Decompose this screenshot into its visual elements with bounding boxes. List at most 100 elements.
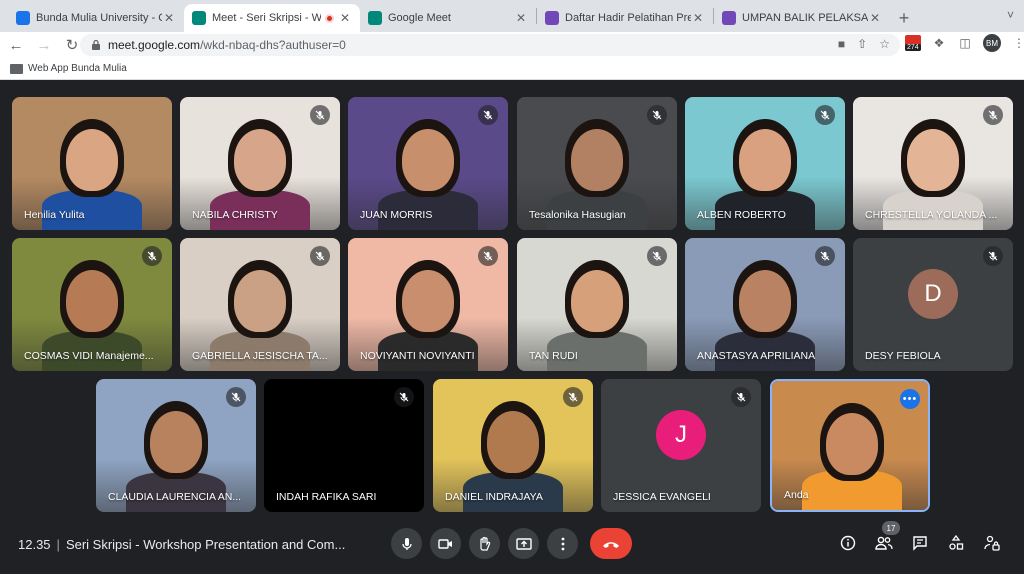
participant-name: JESSICA EVANGELI xyxy=(613,491,711,503)
address-bar[interactable]: meet.google.com/wkd-nbaq-dhs?authuser=0 … xyxy=(80,34,900,56)
participant-tile[interactable]: CHRESTELLA YOLANDA ... xyxy=(853,97,1013,230)
camera-button[interactable] xyxy=(430,528,461,559)
forward-icon[interactable]: → xyxy=(32,33,56,57)
participant-name: NABILA CHRISTY xyxy=(192,209,278,221)
participant-name: Tesalonika Hasugian xyxy=(529,209,626,221)
more-options-button[interactable] xyxy=(547,528,578,559)
activities-icon xyxy=(949,535,964,550)
hang-up-icon xyxy=(603,541,619,548)
google-meet-icon xyxy=(368,11,382,25)
tab-title: Meet - Seri Skripsi - Works xyxy=(212,12,321,24)
meeting-info-button[interactable] xyxy=(838,533,858,553)
chat-button[interactable] xyxy=(910,533,930,553)
participant-tile[interactable]: INDAH RAFIKA SARI xyxy=(264,379,424,512)
close-tab-icon[interactable]: ✕ xyxy=(868,11,882,25)
participant-name: GABRIELLA JESISCHA TA... xyxy=(192,350,328,362)
browser-tab[interactable]: UMPAN BALIK PELAKSANAAN✕ xyxy=(714,4,890,32)
participant-tile[interactable]: J JESSICA EVANGELI xyxy=(601,379,761,512)
participant-tile[interactable]: COSMAS VIDI Manajeme... xyxy=(12,238,172,371)
participant-tile[interactable]: Henilia Yulita xyxy=(12,97,172,230)
meeting-title: Seri Skripsi - Workshop Presentation and… xyxy=(65,537,346,552)
browser-tab[interactable]: Meet - Seri Skripsi - Works ✕ xyxy=(184,4,360,32)
more-vert-icon xyxy=(561,537,564,550)
microphone-icon xyxy=(401,537,412,550)
microphone-button[interactable] xyxy=(391,528,422,559)
activities-button[interactable] xyxy=(946,533,966,553)
browser-tab-bar: Bunda Mulia University - Calen✕Meet - Se… xyxy=(0,0,1024,32)
side-panel-icon[interactable]: ◫ xyxy=(957,35,973,51)
new-tab-icon[interactable]: + xyxy=(890,4,918,32)
google-forms-icon xyxy=(722,11,736,25)
close-tab-icon[interactable]: ✕ xyxy=(338,11,352,25)
mic-off-icon xyxy=(310,246,330,266)
hand-icon xyxy=(479,536,490,551)
google-forms-icon xyxy=(545,11,559,25)
mic-off-icon xyxy=(647,105,667,125)
extensions-puzzle-icon[interactable]: ❖ xyxy=(931,35,947,51)
browser-tab[interactable]: Google Meet ✕ xyxy=(360,4,536,32)
tab-title: Google Meet xyxy=(388,12,451,24)
participant-tile[interactable]: NABILA CHRISTY xyxy=(180,97,340,230)
participant-tile[interactable]: Tesalonika Hasugian xyxy=(517,97,677,230)
mic-off-icon xyxy=(983,246,1003,266)
participant-tile[interactable]: DANIEL INDRAJAYA xyxy=(433,379,593,512)
participant-tile[interactable]: D DESY FEBIOLA xyxy=(853,238,1013,371)
tab-title: Daftar Hadir Pelatihan Presentas xyxy=(565,12,691,24)
participant-name: JUAN MORRIS xyxy=(360,209,433,221)
leave-call-button[interactable] xyxy=(590,528,632,559)
host-controls-button[interactable] xyxy=(982,533,1002,553)
mic-off-icon xyxy=(478,246,498,266)
participant-tile[interactable]: ANASTASYA APRILIANA xyxy=(685,238,845,371)
close-tab-icon[interactable]: ✕ xyxy=(691,11,705,25)
present-icon xyxy=(515,537,532,550)
mic-off-icon xyxy=(478,105,498,125)
google-calendar-icon xyxy=(16,11,30,25)
chat-icon xyxy=(913,536,927,551)
profile-avatar[interactable]: BM xyxy=(983,34,1001,52)
meeting-control-bar: 12.35 | Seri Skripsi - Workshop Presentati… xyxy=(0,520,1024,574)
participant-name: COSMAS VIDI Manajeme... xyxy=(24,350,154,362)
raise-hand-button[interactable] xyxy=(469,528,500,559)
participant-tile[interactable]: GABRIELLA JESISCHA TA... xyxy=(180,238,340,371)
meet-main: Henilia Yulita NABILA CHRISTY JUAN MORRIS T… xyxy=(0,81,1024,574)
mic-off-icon xyxy=(142,246,162,266)
participant-name: CLAUDIA LAURENCIA AN... xyxy=(108,491,242,503)
share-icon[interactable]: ⇧ xyxy=(857,37,867,51)
participant-tile[interactable]: TAN RUDI xyxy=(517,238,677,371)
mic-off-icon xyxy=(226,387,246,407)
mic-off-icon xyxy=(310,105,330,125)
participant-tile[interactable]: NOVIYANTI NOVIYANTI xyxy=(348,238,508,371)
bookmark-label: Web App Bunda Mulia xyxy=(28,63,127,74)
tile-more-options-icon[interactable]: ••• xyxy=(900,389,920,409)
participant-tile[interactable]: JUAN MORRIS xyxy=(348,97,508,230)
browser-tab[interactable]: Daftar Hadir Pelatihan Presentas✕ xyxy=(537,4,713,32)
menu-kebab-icon[interactable]: ⋮ xyxy=(1011,35,1024,51)
camera-in-use-icon[interactable]: ■ xyxy=(838,37,845,51)
google-meet-icon xyxy=(192,11,206,25)
participant-name: INDAH RAFIKA SARI xyxy=(276,491,377,503)
close-tab-icon[interactable]: ✕ xyxy=(514,11,528,25)
tab-search-icon[interactable]: ˅ xyxy=(1007,8,1014,22)
bookmark-item[interactable]: Web App Bunda Mulia xyxy=(10,63,127,74)
folder-icon xyxy=(10,63,23,74)
mic-off-icon xyxy=(815,246,835,266)
participant-name: NOVIYANTI NOVIYANTI xyxy=(360,350,475,362)
mic-off-icon xyxy=(647,246,667,266)
participant-name: TAN RUDI xyxy=(529,350,578,362)
bookmark-star-icon[interactable]: ☆ xyxy=(879,37,890,51)
browser-toolbar: ← → ↻ meet.google.com/wkd-nbaq-dhs?authu… xyxy=(0,32,1024,58)
back-icon[interactable]: ← xyxy=(4,33,28,57)
participant-tile[interactable]: Anda ••• xyxy=(770,379,930,512)
mic-off-icon xyxy=(394,387,414,407)
url-text: meet.google.com/wkd-nbaq-dhs?authuser=0 xyxy=(108,38,346,52)
participant-tile[interactable]: CLAUDIA LAURENCIA AN... xyxy=(96,379,256,512)
participant-tile[interactable]: ALBEN ROBERTO xyxy=(685,97,845,230)
participant-name: Henilia Yulita xyxy=(24,209,85,221)
recording-indicator-icon xyxy=(325,13,334,23)
info-icon xyxy=(840,535,856,551)
people-button[interactable]: 17 xyxy=(874,521,900,553)
close-tab-icon[interactable]: ✕ xyxy=(162,11,176,25)
participant-name: Anda xyxy=(784,489,809,501)
browser-tab[interactable]: Bunda Mulia University - Calen✕ xyxy=(8,4,184,32)
present-screen-button[interactable] xyxy=(508,528,539,559)
